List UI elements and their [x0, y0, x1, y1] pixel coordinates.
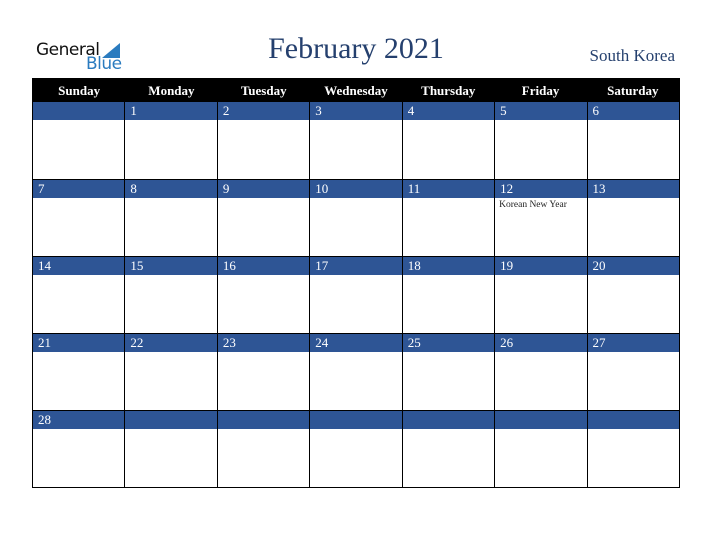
day-cell: 18	[402, 256, 496, 333]
weekday-sunday: Sunday	[58, 83, 101, 98]
day-number: 24	[310, 334, 402, 352]
day-number	[310, 411, 402, 429]
day-number: 18	[402, 257, 495, 275]
day-cell: 23	[217, 333, 311, 410]
day-number: 5	[495, 102, 587, 120]
day-number: 15	[125, 257, 217, 275]
day-cell	[33, 102, 126, 179]
day-number: 2	[217, 102, 310, 120]
day-number: 11	[402, 180, 495, 198]
weekday-header-row: Sunday Monday Tuesday Wednesday Thursday Frid…	[33, 79, 679, 102]
day-number: 21	[33, 334, 125, 352]
weekday-wednesday: Wednesday	[324, 83, 388, 98]
holiday-label: Korean New Year	[499, 200, 567, 210]
day-cell: 12 Korean New Year	[495, 179, 588, 256]
day-cell: 2	[217, 102, 311, 179]
day-cell	[310, 410, 403, 487]
day-number: 25	[402, 334, 495, 352]
day-cell: 1	[125, 102, 218, 179]
day-cell: 13	[587, 179, 679, 256]
day-cell	[125, 410, 218, 487]
day-cell: 4	[402, 102, 496, 179]
day-number: 9	[217, 180, 310, 198]
day-cell: 11	[402, 179, 496, 256]
day-cell: 16	[217, 256, 311, 333]
day-number: 14	[33, 257, 125, 275]
day-cell: 20	[587, 256, 679, 333]
day-cell: 25	[402, 333, 496, 410]
day-number: 6	[587, 102, 679, 120]
day-cell: 26	[495, 333, 588, 410]
day-number: 8	[125, 180, 217, 198]
day-number: 26	[495, 334, 587, 352]
day-cell: 24	[310, 333, 403, 410]
week-row: 21 22 23 24 25 26 27	[33, 333, 679, 410]
day-number	[402, 411, 495, 429]
day-number: 27	[587, 334, 679, 352]
day-cell: 9	[217, 179, 311, 256]
day-number: 28	[33, 411, 125, 429]
day-cell: 27	[587, 333, 679, 410]
day-number	[33, 102, 125, 120]
day-cell: 17	[310, 256, 403, 333]
day-cell	[587, 410, 679, 487]
day-number: 10	[310, 180, 402, 198]
day-number: 16	[217, 257, 310, 275]
weekday-saturday: Saturday	[607, 83, 659, 98]
day-cell: 10	[310, 179, 403, 256]
day-number: 20	[587, 257, 679, 275]
weekday-friday: Friday	[521, 83, 560, 98]
day-number: 12	[495, 180, 587, 198]
day-cell: 8	[125, 179, 218, 256]
country-label: South Korea	[589, 46, 675, 65]
day-number: 4	[402, 102, 495, 120]
day-cell: 21	[33, 333, 126, 410]
day-cell	[402, 410, 496, 487]
day-number: 23	[217, 334, 310, 352]
week-row: 7 8 9 10 11 12 Korean New Year 13	[33, 179, 679, 256]
day-cell: 15	[125, 256, 218, 333]
day-number	[125, 411, 217, 429]
day-cell: 22	[125, 333, 218, 410]
day-number: 19	[495, 257, 587, 275]
day-cell	[217, 410, 311, 487]
day-number	[587, 411, 679, 429]
day-cell: 19	[495, 256, 588, 333]
weekday-tuesday: Tuesday	[240, 83, 287, 98]
day-number	[495, 411, 587, 429]
calendar-grid: Sunday Monday Tuesday Wednesday Thursday Frid…	[32, 78, 680, 488]
weekday-thursday: Thursday	[421, 83, 476, 98]
day-cell: 14	[33, 256, 126, 333]
day-number: 3	[310, 102, 402, 120]
day-number: 1	[125, 102, 217, 120]
week-row: 28	[33, 410, 679, 487]
day-number: 17	[310, 257, 402, 275]
day-number: 22	[125, 334, 217, 352]
day-cell: 6	[587, 102, 679, 179]
day-number	[217, 411, 310, 429]
weekday-monday: Monday	[148, 83, 195, 98]
day-number: 13	[587, 180, 679, 198]
day-cell: 5	[495, 102, 588, 179]
day-cell: 3	[310, 102, 403, 179]
week-row: 123456	[33, 102, 679, 179]
day-number: 7	[33, 180, 125, 198]
day-cell: 28	[33, 410, 126, 487]
day-cell	[495, 410, 588, 487]
week-row: 14 15 16 17 18 19 20	[33, 256, 679, 333]
day-cell: 7	[33, 179, 126, 256]
